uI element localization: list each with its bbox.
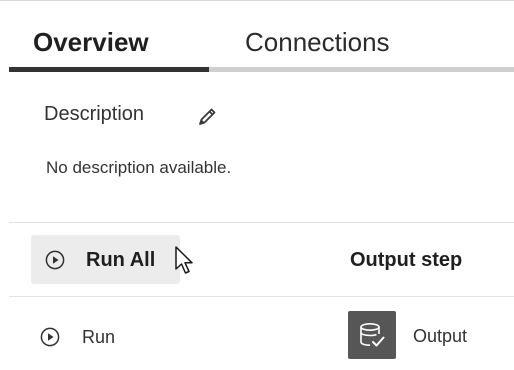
- mouse-pointer-icon: [175, 246, 193, 274]
- tab-connections[interactable]: Connections: [245, 25, 390, 59]
- section-divider: [9, 222, 514, 223]
- output-step-label: Output: [413, 326, 468, 346]
- tab-overview[interactable]: Overview: [33, 25, 149, 59]
- output-step-tile[interactable]: [348, 311, 396, 359]
- row-divider: [9, 296, 514, 297]
- database-check-icon: [360, 323, 385, 347]
- top-border: [0, 0, 514, 1]
- active-tab-indicator: [9, 67, 209, 72]
- play-circle-icon: [40, 327, 60, 347]
- column-header-output-step: Output step: [350, 249, 463, 271]
- play-circle-icon: [45, 250, 65, 270]
- description-text: No description available.: [46, 158, 232, 177]
- run-button[interactable]: Run: [40, 324, 130, 350]
- run-label: Run: [82, 327, 116, 347]
- run-all-button[interactable]: Run All: [31, 235, 180, 284]
- pencil-icon[interactable]: [196, 106, 218, 128]
- description-label: Description: [44, 103, 145, 125]
- run-all-label: Run All: [86, 249, 156, 271]
